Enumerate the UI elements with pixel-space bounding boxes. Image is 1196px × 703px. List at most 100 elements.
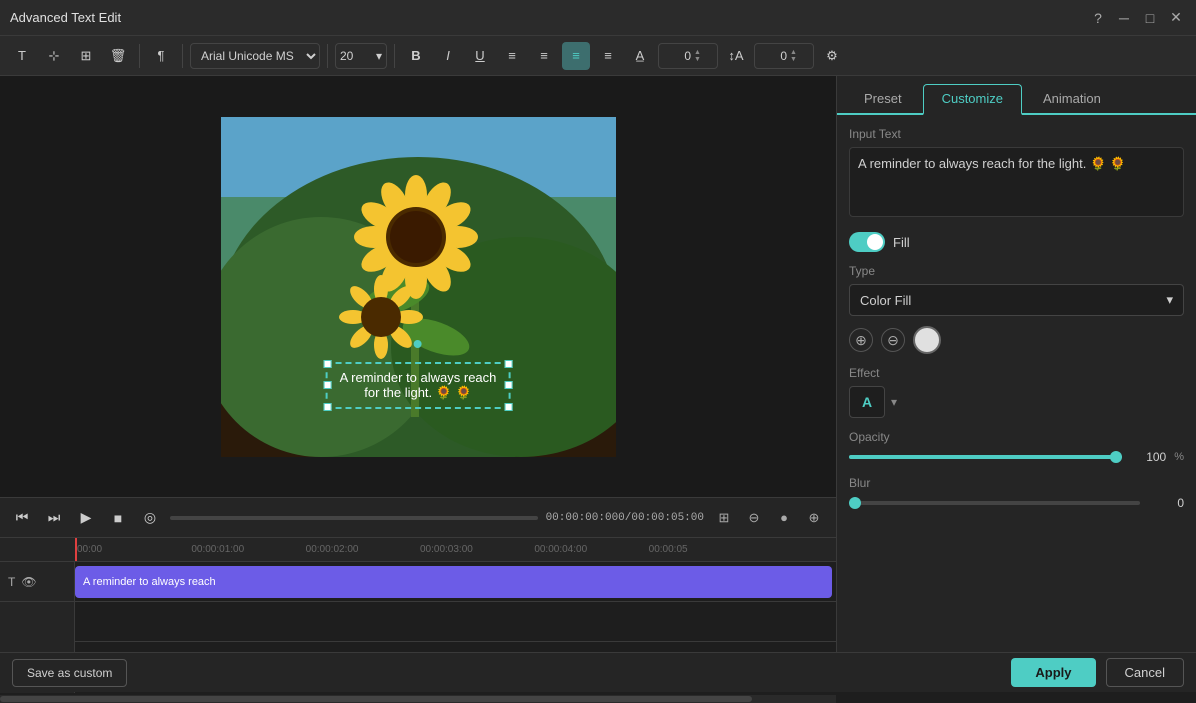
color-swatch[interactable] [913,326,941,354]
toolbar: T ⊹ ⊞ 🗑 ¶ Arial Unicode MS 20 ▾ B I U ≡ … [0,36,1196,76]
cancel-button[interactable]: Cancel [1106,658,1184,687]
opacity-slider[interactable] [849,455,1122,459]
ruler-mark-3: 00:00:03:00 [418,544,532,555]
ruler-mark-2: 00:00:02:00 [304,544,418,555]
tab-customize[interactable]: Customize [923,84,1022,115]
bold-button[interactable]: B [402,42,430,70]
text-input[interactable]: A reminder to always reach for the light… [849,147,1184,217]
add-color-button[interactable]: ⊕ [849,328,873,352]
skip-back-button[interactable]: ⏮ [10,506,34,530]
text-clip[interactable]: A reminder to always reach [75,566,832,598]
handle-tr[interactable] [504,360,512,368]
step-back-button[interactable]: ⏭ [42,506,66,530]
handle-br[interactable] [504,403,512,411]
line-height-input[interactable] [759,49,787,63]
align-center-button[interactable]: ≡ [530,42,558,70]
type-dropdown[interactable]: Color Fill ▾ [849,284,1184,316]
text-overlay[interactable]: A reminder to always reachfor the light.… [326,362,511,409]
effect-label: Effect [849,366,1184,380]
fill-toggle-row: Fill [849,232,1184,252]
blur-thumb[interactable] [849,497,861,509]
minimize-button[interactable]: ─ [1114,8,1134,28]
text-baseline-button[interactable]: A̲ [626,42,654,70]
text-track-visibility[interactable]: 👁 [21,575,36,589]
paragraph-style-button[interactable]: ¶ [147,42,175,70]
handle-bl[interactable] [324,403,332,411]
line-height-up[interactable]: ▲ [790,49,797,56]
fullscreen-button[interactable]: ⊞ [712,506,736,530]
zoom-out-button[interactable]: ⊖ [742,506,766,530]
opacity-label: Opacity [849,430,1184,444]
handle-rm[interactable] [504,381,512,389]
toolbar-divider-1 [139,44,140,68]
blur-slider[interactable] [849,501,1140,505]
play-button[interactable]: ▶ [74,506,98,530]
time-display: 00:00:00:000/00:00:05:00 [546,512,704,524]
kerning-up[interactable]: ▲ [694,49,701,56]
timeline-ruler: 00:00 00:00:01:00 00:00:02:00 00:00:03:0… [0,538,836,562]
playhead[interactable] [75,538,77,561]
timeline-scrollbar[interactable] [0,695,836,703]
text-track-controls: T 👁 [0,562,74,602]
tab-animation[interactable]: Animation [1024,84,1120,113]
align-left-button[interactable]: ≡ [498,42,526,70]
image-tool-button[interactable]: ⊞ [72,42,100,70]
font-size-select[interactable]: 20 ▾ [335,43,387,69]
text-tool-button[interactable]: T [8,42,36,70]
input-text-label: Input Text [849,127,1184,141]
toolbar-divider-3 [327,44,328,68]
align-right-button[interactable]: ≡ [562,42,590,70]
line-height-button[interactable]: ↕A [722,42,750,70]
empty-track-lane [75,602,836,642]
select-tool-button[interactable]: ⊹ [40,42,68,70]
kerning-input[interactable] [663,49,691,63]
help-button[interactable]: ? [1088,8,1108,28]
text-track-icon[interactable]: T [8,575,15,589]
opacity-thumb[interactable] [1110,451,1122,463]
apply-button[interactable]: Apply [1011,658,1095,687]
bottom-right-buttons: Apply Cancel [1011,658,1184,687]
color-swatch-row: ⊕ ⊖ [849,326,1184,354]
scrollbar-thumb[interactable] [0,696,752,702]
delete-tool-button[interactable]: 🗑 [104,42,132,70]
loop-button[interactable]: ◎ [138,506,162,530]
more-options-button[interactable]: ⚙ [818,42,846,70]
remove-color-button[interactable]: ⊖ [881,328,905,352]
maximize-button[interactable]: □ [1140,8,1160,28]
video-container: A reminder to always reachfor the light.… [221,117,616,457]
rotate-handle[interactable] [414,340,422,348]
fill-toggle[interactable] [849,232,885,252]
kerning-down[interactable]: ▼ [694,56,701,63]
fill-label: Fill [893,235,910,250]
handle-tl[interactable] [324,360,332,368]
video-preview: A reminder to always reachfor the light.… [0,76,836,497]
type-label: Type [849,264,1184,278]
zoom-in-button[interactable]: ⊕ [802,506,826,530]
tab-preset[interactable]: Preset [845,84,921,113]
effect-select: A ▾ [849,386,1184,418]
close-button[interactable]: ✕ [1166,8,1186,28]
bottom-bar: Save as custom Apply Cancel [0,652,1196,692]
italic-button[interactable]: I [434,42,462,70]
blur-label: Blur [849,476,1184,490]
save-custom-button[interactable]: Save as custom [12,659,127,687]
underline-button[interactable]: U [466,42,494,70]
opacity-fill [849,455,1122,459]
align-justify-button[interactable]: ≡ [594,42,622,70]
title-bar: Advanced Text Edit ? ─ □ ✕ [0,0,1196,36]
effect-letter[interactable]: A [849,386,885,418]
handle-lm[interactable] [324,381,332,389]
stop-button[interactable]: ■ [106,506,130,530]
blur-control: 0 [849,496,1184,510]
text-track-lane: A reminder to always reach [75,562,836,602]
app-title: Advanced Text Edit [10,10,121,25]
line-height-down[interactable]: ▼ [790,56,797,63]
zoom-indicator: ● [772,506,796,530]
blur-section: Blur 0 [849,476,1184,510]
effect-chevron[interactable]: ▾ [891,395,897,409]
ruler-mark-1: 00:00:01:00 [189,544,303,555]
font-family-select[interactable]: Arial Unicode MS [190,43,320,69]
progress-bar[interactable] [170,516,538,520]
opacity-control: 100 % [849,450,1184,464]
panel-body: Input Text A reminder to always reach fo… [837,115,1196,692]
